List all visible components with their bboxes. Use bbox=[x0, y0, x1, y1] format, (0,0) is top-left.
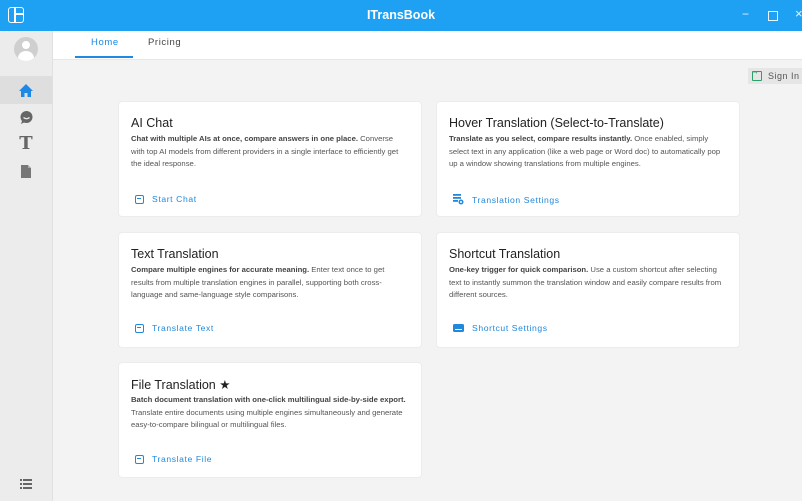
close-button[interactable]: × bbox=[795, 6, 802, 21]
maximize-button[interactable] bbox=[768, 11, 778, 21]
translate-file-button[interactable]: Translate File bbox=[135, 454, 212, 464]
card-title: Shortcut Translation bbox=[449, 247, 561, 261]
sign-in-button[interactable]: Sign In bbox=[748, 67, 802, 84]
list-icon bbox=[20, 479, 32, 489]
avatar[interactable] bbox=[14, 37, 38, 61]
keyboard-icon bbox=[453, 324, 464, 332]
card-text-translation: Text Translation Compare multiple engine… bbox=[119, 233, 421, 347]
home-icon bbox=[19, 83, 33, 97]
file-icon bbox=[21, 164, 31, 178]
enter-icon bbox=[135, 323, 144, 333]
sign-in-label: Sign In bbox=[768, 71, 800, 81]
settings-icon bbox=[453, 194, 464, 205]
card-description: Compare multiple engines for accurate me… bbox=[131, 265, 385, 299]
sidebar-item-chat[interactable] bbox=[0, 103, 52, 131]
title-bar: ITransBook − × bbox=[0, 0, 802, 31]
card-file-translation: File Translation ★ Batch document transl… bbox=[119, 363, 421, 477]
card-title: AI Chat bbox=[131, 116, 173, 130]
minimize-button[interactable]: − bbox=[742, 7, 749, 21]
card-description: One-key trigger for quick comparison. Us… bbox=[449, 265, 722, 299]
text-icon: T bbox=[19, 132, 33, 154]
card-shortcut-translation: Shortcut Translation One-key trigger for… bbox=[437, 233, 739, 347]
enter-icon bbox=[135, 194, 144, 204]
card-description: Chat with multiple AIs at once, compare … bbox=[131, 134, 399, 168]
menu-list-button[interactable] bbox=[0, 474, 52, 494]
card-description: Translate as you select, compare results… bbox=[449, 134, 721, 168]
sidebar-item-home[interactable] bbox=[0, 76, 52, 104]
chat-icon bbox=[20, 110, 32, 124]
top-tabs: Home Pricing bbox=[53, 31, 802, 60]
tab-pricing[interactable]: Pricing bbox=[148, 37, 181, 48]
card-title: Text Translation bbox=[131, 247, 219, 261]
window-title: ITransBook bbox=[366, 8, 436, 22]
tab-home[interactable]: Home bbox=[91, 37, 119, 48]
sidebar-item-file-translation[interactable] bbox=[0, 157, 52, 185]
shortcut-settings-button[interactable]: Shortcut Settings bbox=[453, 323, 548, 333]
card-ai-chat: AI Chat Chat with multiple AIs at once, … bbox=[119, 102, 421, 216]
translation-settings-button[interactable]: Translation Settings bbox=[453, 194, 560, 205]
card-description: Batch document translation with one-clic… bbox=[131, 395, 406, 429]
sign-in-icon bbox=[751, 67, 762, 81]
start-chat-button[interactable]: Start Chat bbox=[135, 194, 197, 204]
sidebar-item-text-translation[interactable]: T bbox=[0, 129, 52, 157]
enter-icon bbox=[135, 454, 144, 464]
card-hover-translation: Hover Translation (Select-to-Translate) … bbox=[437, 102, 739, 216]
card-title: File Translation ★ bbox=[131, 378, 231, 392]
sidebar: T bbox=[0, 31, 53, 501]
translate-text-button[interactable]: Translate Text bbox=[135, 323, 214, 333]
active-tab-indicator bbox=[75, 56, 133, 58]
card-title: Hover Translation (Select-to-Translate) bbox=[449, 116, 664, 130]
